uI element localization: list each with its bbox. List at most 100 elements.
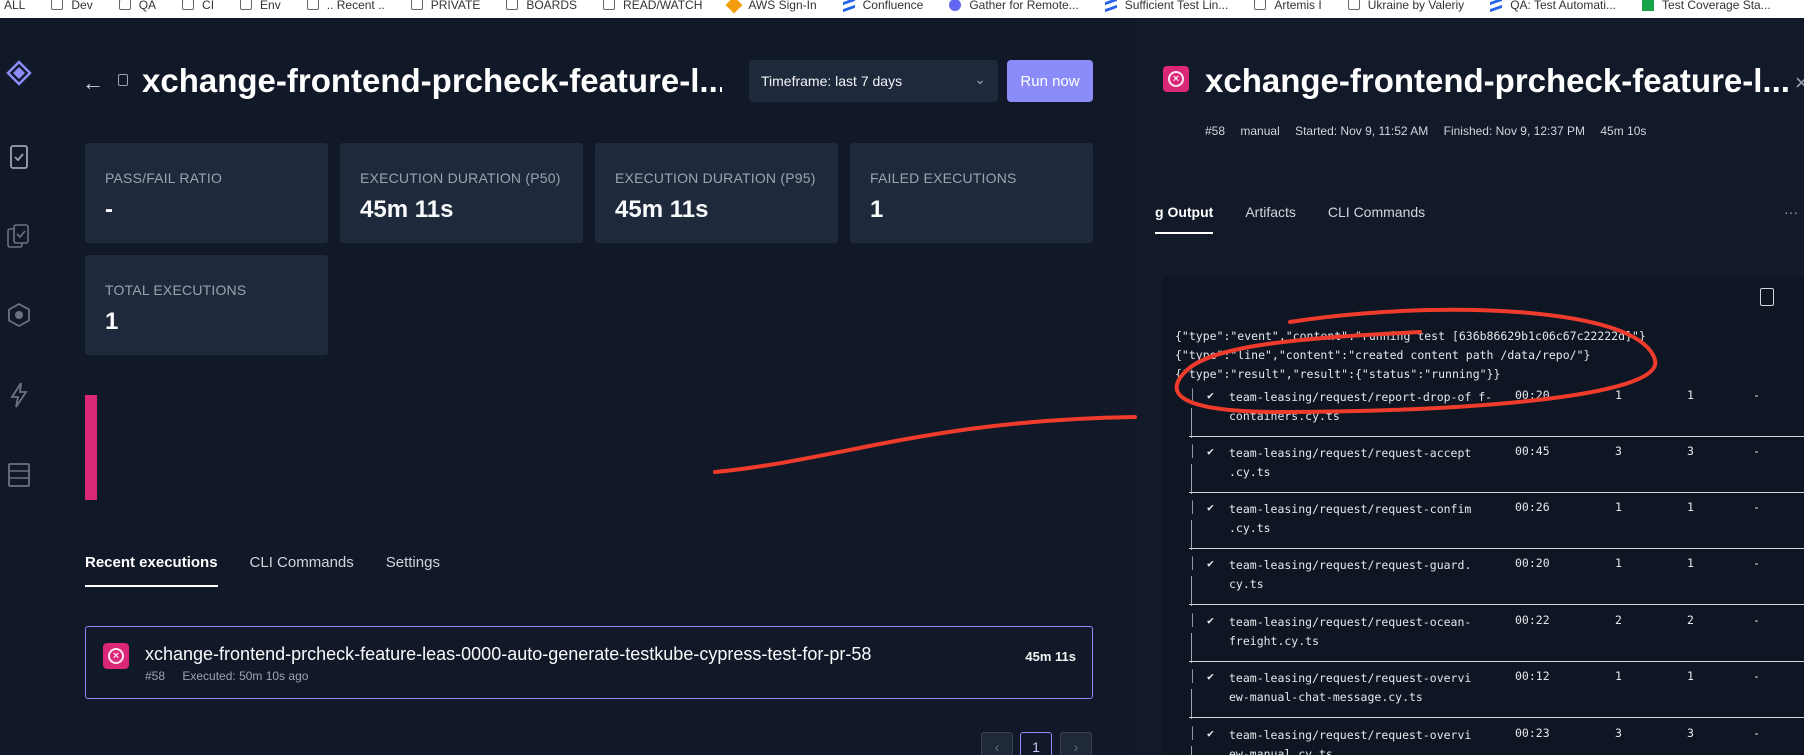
bookmark-label: Ukraine by Valeriy xyxy=(1367,0,1465,12)
bookmark-gather[interactable]: Gather for Remote... xyxy=(949,0,1079,12)
sources-icon[interactable] xyxy=(4,460,34,490)
spec-tests: 3 xyxy=(1615,444,1622,458)
bookmark-recent[interactable]: .. Recent .. xyxy=(306,0,385,12)
gather-icon xyxy=(949,0,962,11)
pagination-page-1[interactable]: 1 xyxy=(1020,732,1052,755)
bookmark-artemis[interactable]: Artemis I xyxy=(1254,0,1322,12)
log-divider xyxy=(1191,464,1192,494)
executors-icon[interactable] xyxy=(4,300,34,330)
pagination-next-button[interactable]: › xyxy=(1060,732,1092,755)
bookmark-ci[interactable]: CI xyxy=(182,0,214,12)
log-pipe: │ xyxy=(1189,444,1196,458)
row-separator xyxy=(1189,661,1804,662)
metric-label: EXECUTION DURATION (P95) xyxy=(615,170,816,186)
spec-tests: 1 xyxy=(1615,669,1622,683)
pagination-prev-button[interactable]: ‹ xyxy=(981,732,1013,755)
bookmark-label: Confluence xyxy=(862,0,924,12)
tab-recent-executions[interactable]: Recent executions xyxy=(85,554,218,587)
tab-cli-commands[interactable]: CLI Commands xyxy=(250,554,354,587)
bookmark-label: Gather for Remote... xyxy=(969,0,1079,12)
panel-started: Started: Nov 9, 11:52 AM xyxy=(1295,124,1429,138)
log-pipe: │ xyxy=(1189,388,1196,402)
bookmark-read-watch[interactable]: READ/WATCH xyxy=(603,0,702,12)
panel-finished: Finished: Nov 9, 12:37 PM xyxy=(1443,124,1586,138)
metric-card-total-executions: TOTAL EXECUTIONS 1 xyxy=(85,255,328,355)
tab-log-output[interactable]: g Output xyxy=(1155,204,1214,234)
annotation-line xyxy=(713,415,1137,474)
bookmark-env[interactable]: Env xyxy=(240,0,281,12)
spec-passing: 1 xyxy=(1687,556,1694,570)
bookmark-label: Test Coverage Sta... xyxy=(1662,0,1771,12)
check-icon: ✔ xyxy=(1207,613,1214,627)
spec-failing: - xyxy=(1753,726,1760,740)
check-icon: ✔ xyxy=(1207,500,1214,514)
bookmark-sufficient-test[interactable]: Sufficient Test Lin... xyxy=(1104,0,1228,12)
tab-settings[interactable]: Settings xyxy=(386,554,440,587)
spec-name: team-leasing/request/request-overvi ew-m… xyxy=(1229,728,1472,755)
bookmark-confluence[interactable]: Confluence xyxy=(842,0,924,12)
log-pipe: │ xyxy=(1189,669,1196,683)
execution-number: #58 xyxy=(145,669,166,683)
triggers-lightning-icon[interactable] xyxy=(4,380,34,410)
log-output: {"type":"event","content":"running test … xyxy=(1163,276,1804,755)
bookmark-qa-automation[interactable]: QA: Test Automati... xyxy=(1490,0,1616,12)
spec-tests: 1 xyxy=(1615,388,1622,402)
bookmark-label: PRIVATE xyxy=(430,0,481,12)
metric-label: FAILED EXECUTIONS xyxy=(870,170,1017,186)
panel-duration: 45m 10s xyxy=(1600,124,1647,138)
panel-execution-number: #58 xyxy=(1205,124,1226,138)
timeframe-select[interactable]: Timeframe: last 7 days ⌄ xyxy=(749,60,998,102)
close-icon[interactable]: × xyxy=(1795,70,1804,96)
bookmark-private[interactable]: PRIVATE xyxy=(410,0,481,12)
spec-name: team-leasing/request/request-guard. cy.t… xyxy=(1229,558,1472,591)
bookmark-label: READ/WATCH xyxy=(623,0,703,12)
log-pipe: │ xyxy=(1189,500,1196,514)
bookmark-ukraine[interactable]: Ukraine by Valeriy xyxy=(1347,0,1465,12)
spec-failing: - xyxy=(1753,669,1760,683)
metric-value: 1 xyxy=(870,196,884,223)
metric-value: - xyxy=(105,196,113,223)
spec-duration: 00:22 xyxy=(1515,613,1550,627)
bookmark-label: QA xyxy=(138,0,157,12)
folder-icon xyxy=(306,0,319,10)
bookmark-boards[interactable]: BOARDS xyxy=(506,0,577,12)
bookmark-qa[interactable]: QA xyxy=(118,0,157,12)
row-separator xyxy=(1189,548,1804,549)
bookmark-test-coverage[interactable]: Test Coverage Sta... xyxy=(1642,0,1771,12)
failed-status-icon: × xyxy=(1163,66,1189,92)
folder-icon xyxy=(51,0,64,10)
tests-icon[interactable] xyxy=(4,142,34,172)
bookmark-label: AWS Sign-In xyxy=(748,0,817,12)
metric-label: PASS/FAIL RATIO xyxy=(105,170,223,186)
test-suites-icon[interactable] xyxy=(4,221,34,251)
row-separator xyxy=(1189,492,1804,493)
log-line: {"type":"result","result":{"status":"run… xyxy=(1175,367,1501,381)
execution-row[interactable]: × xchange-frontend-prcheck-feature-leas-… xyxy=(85,626,1093,699)
tab-panel-cli-commands[interactable]: CLI Commands xyxy=(1328,204,1425,234)
more-options-icon[interactable]: ··· xyxy=(1784,204,1798,220)
spec-result-row: │ ✔ team-leasing/request/request-accept … xyxy=(1163,444,1804,500)
spec-name: team-leasing/request/request-ocean- frei… xyxy=(1229,615,1472,648)
bookmark-dev[interactable]: Dev xyxy=(51,0,93,12)
spec-result-row: │ ✔ team-leasing/request/request-guard. … xyxy=(1163,556,1804,612)
bookmark-label: QA: Test Automati... xyxy=(1510,0,1617,12)
folder-icon xyxy=(506,0,519,10)
run-now-button[interactable]: Run now xyxy=(1007,60,1093,102)
metric-value: 45m 11s xyxy=(360,196,454,223)
tab-artifacts[interactable]: Artifacts xyxy=(1245,204,1296,234)
bookmark-aws[interactable]: AWS Sign-In xyxy=(725,0,817,13)
bookmark-all[interactable]: ALL xyxy=(4,0,25,12)
page-title: xchange-frontend-prcheck-feature-l... xyxy=(142,62,722,99)
execution-duration-bar[interactable] xyxy=(85,395,97,500)
timeframe-label: Timeframe: last 7 days xyxy=(761,73,903,89)
back-arrow-icon[interactable]: ← xyxy=(82,70,104,96)
metric-card-failed-executions: FAILED EXECUTIONS 1 xyxy=(850,143,1093,243)
spec-result-row: │ ✔ team-leasing/request/request-confim … xyxy=(1163,500,1804,556)
bookmark-label: BOARDS xyxy=(526,0,578,12)
confluence-icon xyxy=(842,0,855,12)
copy-icon[interactable] xyxy=(1760,288,1774,306)
spec-passing: 1 xyxy=(1687,388,1694,402)
spec-result-row: │ ✔ team-leasing/request/request-overvi … xyxy=(1163,726,1804,755)
testkube-logo-icon[interactable] xyxy=(4,58,34,88)
log-divider xyxy=(1191,408,1192,438)
